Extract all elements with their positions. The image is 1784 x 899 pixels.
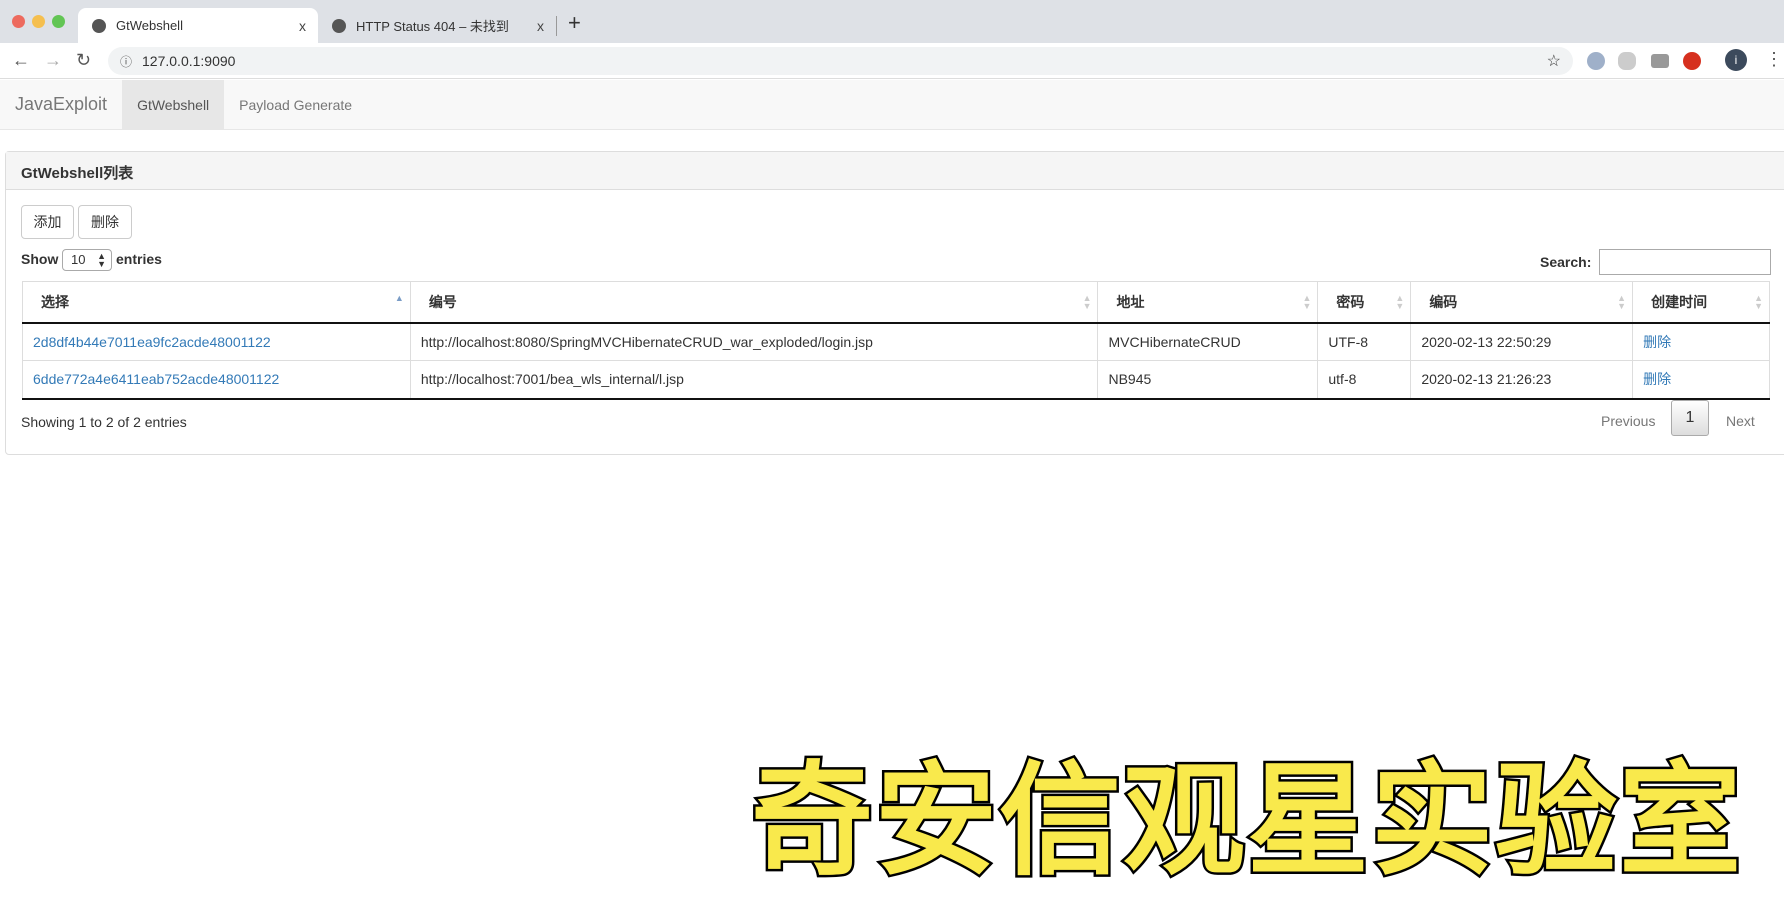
table-info: Showing 1 to 2 of 2 entries: [21, 414, 187, 430]
pagination-next[interactable]: Next: [1726, 413, 1755, 429]
globe-icon: [92, 18, 106, 33]
back-icon[interactable]: ←: [12, 50, 30, 71]
entries-label: entries: [116, 251, 162, 267]
panel-title: GtWebshell列表: [6, 152, 1784, 190]
globe-icon: [332, 18, 346, 33]
url-text: 127.0.0.1:9090: [142, 53, 236, 69]
search-label: Search:: [1540, 254, 1592, 270]
browser-tab-404[interactable]: HTTP Status 404 – 未找到 x: [318, 8, 556, 43]
tab-title: GtWebshell: [116, 18, 183, 33]
browser-tab-bar: GtWebshell x HTTP Status 404 – 未找到 x +: [0, 0, 1784, 43]
watermark-text: 奇安信观星实验室: [749, 748, 1744, 895]
sort-icon: ▲ ▼: [1395, 293, 1405, 311]
column-header-encoding[interactable]: 编码 ▲ ▼: [1410, 281, 1634, 324]
minimize-window-button[interactable]: [32, 15, 45, 28]
table-row: 2d8df4b44e7011ea9fc2acde48001122 http://…: [22, 322, 1770, 361]
browser-tab-gtwebshell[interactable]: GtWebshell x: [78, 8, 318, 43]
tab-close-icon[interactable]: x: [537, 18, 544, 34]
column-header-number[interactable]: 编号 ▲ ▼: [409, 281, 1099, 324]
app-navbar: JavaExploit GtWebshell Payload Generate: [0, 80, 1784, 130]
row-url: http://localhost:8080/SpringMVCHibernate…: [409, 322, 1099, 361]
pagination-previous[interactable]: Previous: [1601, 413, 1655, 429]
row-password: UTF-8: [1317, 322, 1412, 361]
address-toolbar: ← → ↻ ⓘ 127.0.0.1:9090 ☆ i ⋮: [0, 43, 1784, 79]
row-password: utf-8: [1317, 360, 1412, 400]
row-time: 2020-02-13 21:26:23: [1410, 360, 1634, 400]
column-header-password[interactable]: 密码 ▲ ▼: [1317, 281, 1412, 324]
sort-icon: ▲ ▼: [1754, 293, 1763, 311]
close-window-button[interactable]: [12, 15, 25, 28]
webshell-panel: GtWebshell列表 添加 删除 Show 10 ▲ ▼ entries Sea…: [5, 151, 1784, 455]
row-address: NB945: [1097, 360, 1319, 400]
column-header-created[interactable]: 创建时间 ▲ ▼: [1632, 281, 1770, 324]
webshell-table: 选择 ▲ 编号 ▲ ▼ 地址 ▲ ▼ 密码 ▲ ▼ 编码 ▲ ▼ 创建时间 ▲ ▼ 2d8df4b44…: [22, 281, 1770, 400]
tab-close-icon[interactable]: x: [299, 18, 306, 34]
table-row: 6dde772a4e6411eab752acde48001122 http://…: [22, 360, 1770, 400]
row-id-link[interactable]: 6dde772a4e6411eab752acde48001122: [33, 371, 279, 387]
row-url: http://localhost:7001/bea_wls_internal/l…: [409, 360, 1099, 400]
adblock-icon[interactable]: [1683, 52, 1701, 70]
camera-icon[interactable]: [1651, 54, 1669, 68]
column-header-select[interactable]: 选择 ▲: [22, 281, 411, 324]
reload-icon[interactable]: ↻: [76, 50, 91, 71]
sort-icon: ▲ ▼: [1617, 293, 1627, 311]
show-label: Show: [21, 251, 59, 267]
row-delete-link[interactable]: 删除: [1643, 334, 1671, 350]
profile-avatar[interactable]: i: [1725, 49, 1747, 71]
sort-icon: ▲ ▼: [1302, 293, 1312, 311]
forward-icon[interactable]: →: [44, 50, 62, 71]
add-button[interactable]: 添加: [21, 205, 74, 239]
sort-icon: ▲ ▼: [1082, 293, 1092, 311]
search-input[interactable]: [1599, 249, 1771, 275]
new-tab-button[interactable]: +: [568, 10, 581, 36]
row-delete-link[interactable]: 删除: [1643, 371, 1671, 387]
pagination-page-1[interactable]: 1: [1671, 400, 1709, 436]
bookmark-star-icon[interactable]: ☆: [1547, 51, 1561, 71]
select-arrows-icon: ▲ ▼: [97, 251, 106, 269]
info-icon: ⓘ: [120, 54, 133, 69]
sort-asc-icon: ▲: [394, 293, 404, 303]
brand-logo[interactable]: JavaExploit: [0, 80, 122, 129]
url-bar[interactable]: ⓘ 127.0.0.1:9090 ☆: [108, 47, 1573, 75]
page-length-select[interactable]: 10 ▲ ▼: [62, 249, 112, 271]
delete-button[interactable]: 删除: [78, 205, 132, 239]
nav-gtwebshell[interactable]: GtWebshell: [122, 80, 225, 129]
row-time: 2020-02-13 22:50:29: [1410, 322, 1634, 361]
row-id-link[interactable]: 2d8df4b44e7011ea9fc2acde48001122: [33, 334, 271, 350]
nav-payload-generate[interactable]: Payload Generate: [224, 80, 367, 129]
menu-icon[interactable]: ⋮: [1765, 49, 1783, 70]
tab-title: HTTP Status 404 – 未找到: [356, 19, 509, 34]
maximize-window-button[interactable]: [52, 15, 65, 28]
extension-icon[interactable]: [1587, 52, 1605, 70]
mask-extension-icon[interactable]: [1618, 52, 1636, 70]
column-header-address[interactable]: 地址 ▲ ▼: [1097, 281, 1319, 324]
row-address: MVCHibernateCRUD: [1097, 322, 1319, 361]
